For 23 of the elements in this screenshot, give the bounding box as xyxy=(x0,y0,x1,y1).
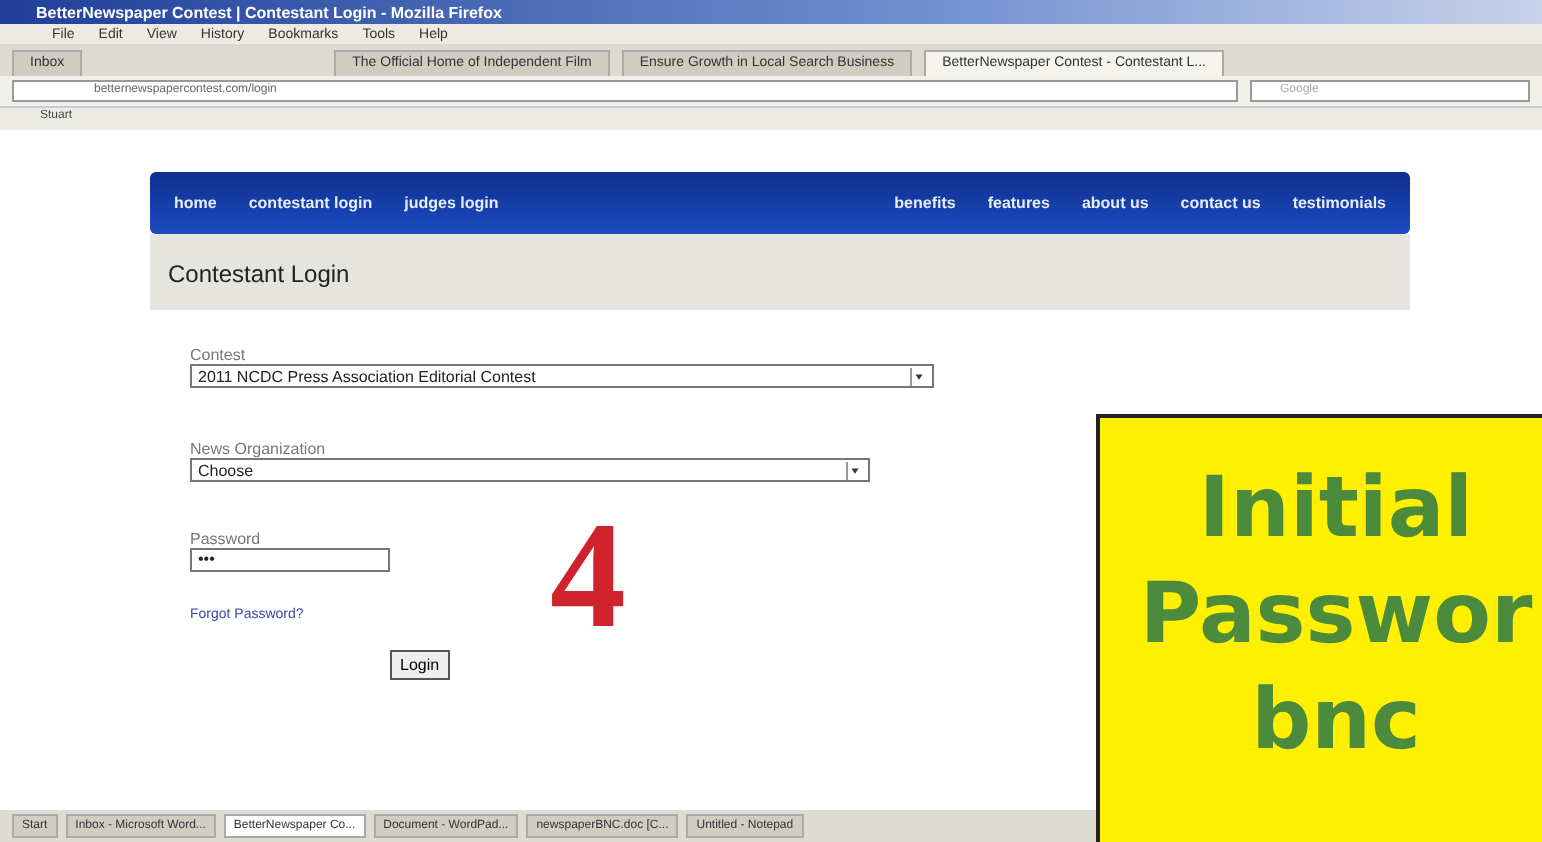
nav-link[interactable]: contact us xyxy=(1180,194,1261,212)
window-title: BetterNewspaper Contest | Contestant Login - Mozilla Firefox xyxy=(0,0,1542,24)
nav-link[interactable]: contestant login xyxy=(248,194,373,212)
nav-link[interactable]: features xyxy=(987,194,1050,212)
dropdown-arrow-icon xyxy=(846,461,862,479)
field-label: News Organization xyxy=(190,440,328,458)
nav-link[interactable]: about us xyxy=(1081,194,1149,212)
callout-text: Initial xyxy=(1198,456,1474,560)
nav-link[interactable]: judges login xyxy=(404,194,499,212)
callout-text: bnc xyxy=(1251,668,1421,772)
page-heading: Contestant Login xyxy=(150,234,1410,310)
login-button[interactable]: Login xyxy=(390,650,450,680)
organization-select[interactable]: Choose xyxy=(190,458,870,482)
field-label: Contest xyxy=(190,346,248,364)
nav-link[interactable]: home xyxy=(174,194,217,212)
dropdown-arrow-icon xyxy=(910,367,926,385)
callout-text: Passwor xyxy=(1139,562,1533,666)
password-field[interactable]: ••• xyxy=(190,548,390,572)
field-label: Password xyxy=(190,530,263,548)
contest-select[interactable]: 2011 NCDC Press Association Editorial Contest xyxy=(190,364,934,388)
nav-link[interactable]: testimonials xyxy=(1292,194,1386,212)
nav-link[interactable]: benefits xyxy=(894,194,956,212)
step-number: 4 xyxy=(550,490,626,664)
